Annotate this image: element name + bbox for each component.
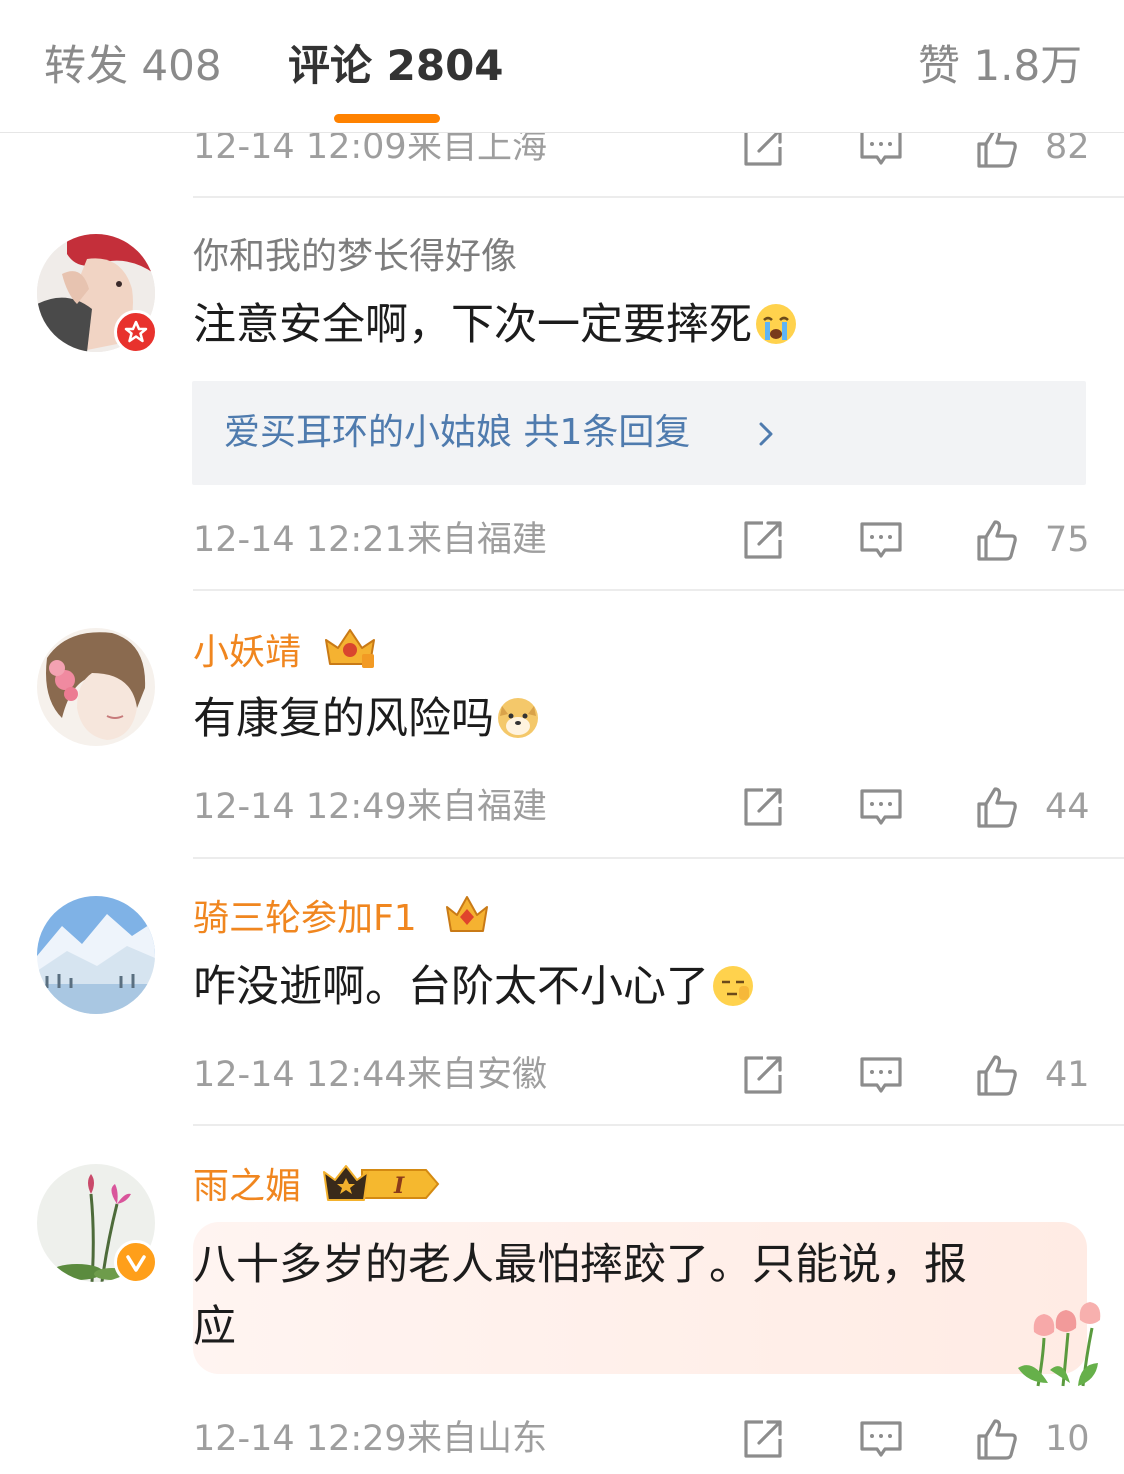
- comment-username[interactable]: 你和我的梦长得好像: [193, 232, 517, 282]
- tab-label: 转发: [44, 41, 129, 90]
- comment-icon[interactable]: [859, 1417, 903, 1461]
- reply-count: 共1条回复: [523, 412, 691, 453]
- doge-emoji-icon: [498, 697, 538, 738]
- reply-preview[interactable]: 爱买耳环的小姑娘 共1条回复: [192, 381, 1086, 485]
- comment-meta: 12-14 12:29 来自山东 10: [193, 1414, 1090, 1464]
- comment-text-line-2: 应: [193, 1302, 236, 1352]
- like-count: 44: [1045, 787, 1090, 827]
- active-tab-indicator: [334, 114, 440, 123]
- comment-time: 12-14 12:44: [193, 1055, 407, 1095]
- avatar[interactable]: [37, 628, 155, 746]
- tab-count: 2804: [386, 41, 504, 90]
- comment-location: 来自福建: [407, 787, 548, 827]
- comment-location: 来自福建: [407, 520, 548, 560]
- comment-username[interactable]: 小妖靖: [193, 628, 301, 678]
- comment-time: 12-14 12:21: [193, 520, 407, 560]
- share-icon[interactable]: [741, 785, 785, 829]
- comment-username[interactable]: 骑三轮参加F1: [193, 894, 417, 944]
- tab-comments[interactable]: 评论 2804: [288, 36, 504, 96]
- comment-meta: 12-14 12:49 来自福建 44: [193, 782, 1090, 832]
- like-icon[interactable]: [975, 785, 1019, 829]
- membership-level-badge-icon: I: [323, 1165, 440, 1201]
- like-icon[interactable]: [975, 1417, 1019, 1461]
- comment-icon[interactable]: [859, 518, 903, 562]
- tab-count: 408: [141, 41, 222, 90]
- divider: [193, 857, 1124, 859]
- comment-list: 12-14 12:09 来自上海 82 你和我的梦长得好像 注意安全啊，下次一定…: [0, 0, 1124, 1474]
- comment-time: 12-14 12:29: [193, 1419, 407, 1459]
- shush-emoji-icon: [713, 965, 753, 1006]
- comment-location: 来自安徽: [407, 1055, 548, 1095]
- share-icon[interactable]: [741, 1053, 785, 1097]
- comment-text: 注意安全啊，下次一定要摔死: [193, 294, 798, 356]
- divider: [193, 1124, 1124, 1126]
- tab-label: 赞: [918, 41, 961, 90]
- reply-link[interactable]: 爱买耳环的小姑娘 共1条回复: [224, 407, 690, 459]
- avatar[interactable]: [37, 896, 155, 1014]
- share-icon[interactable]: [741, 1417, 785, 1461]
- comment-text: 有康复的风险吗: [193, 688, 540, 750]
- membership-crown-icon: [325, 629, 375, 668]
- reply-user: 爱买耳环的小姑娘: [224, 412, 513, 453]
- comment-text: 咋没逝啊。台阶太不小心了: [193, 956, 755, 1018]
- verified-badge-icon: [114, 310, 158, 354]
- comment-time: 12-14 12:49: [193, 787, 407, 827]
- membership-crown-icon: [446, 896, 488, 932]
- like-icon[interactable]: [975, 1053, 1019, 1097]
- crying-emoji-icon: [756, 303, 796, 344]
- tab-bar: 转发 408 评论 2804 赞 1.8万: [0, 0, 1124, 133]
- comment-meta: 12-14 12:44 来自安徽 41: [193, 1050, 1090, 1100]
- comment-location: 来自山东: [407, 1419, 548, 1459]
- comment-username[interactable]: 雨之媚: [193, 1162, 301, 1212]
- like-count: 75: [1045, 520, 1090, 560]
- verified-badge-icon: [114, 1240, 158, 1284]
- tab-likes[interactable]: 赞 1.8万: [918, 36, 1082, 96]
- tab-count: 1.8万: [973, 41, 1083, 90]
- like-count: 10: [1045, 1419, 1090, 1459]
- tab-reposts[interactable]: 转发 408: [44, 36, 222, 96]
- tab-label: 评论: [288, 41, 373, 90]
- divider: [193, 196, 1124, 198]
- divider: [193, 589, 1124, 591]
- svg-text:I: I: [393, 1173, 405, 1199]
- like-icon[interactable]: [975, 518, 1019, 562]
- comment-icon[interactable]: [859, 1053, 903, 1097]
- tulip-decoration-icon: [1018, 1302, 1101, 1387]
- comment-icon[interactable]: [859, 785, 903, 829]
- comment-meta: 12-14 12:21 来自福建 75: [193, 515, 1090, 565]
- chevron-right-icon: [759, 422, 773, 446]
- comment-text-line-1: 八十多岁的老人最怕摔跤了。只能说，报: [193, 1240, 967, 1290]
- like-count: 41: [1045, 1055, 1090, 1095]
- share-icon[interactable]: [741, 518, 785, 562]
